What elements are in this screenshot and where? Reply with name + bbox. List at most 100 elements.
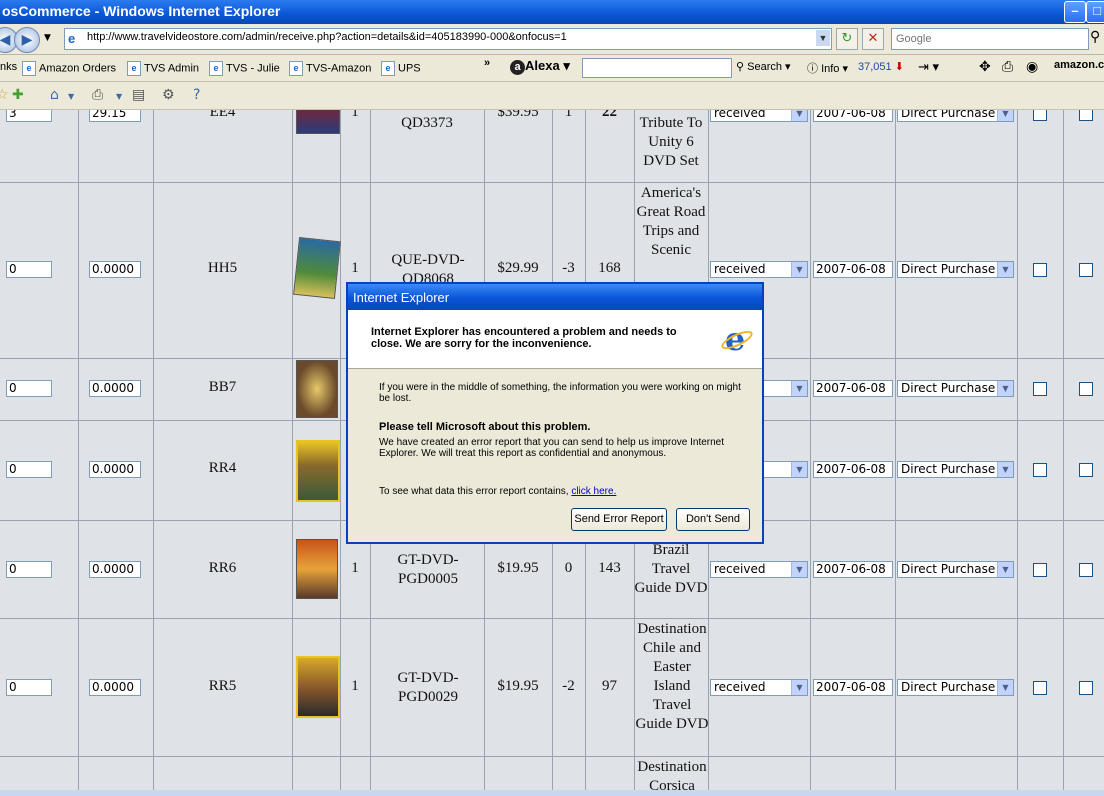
stop-icon[interactable]: ✕ (862, 28, 884, 50)
row-checkbox-2[interactable] (1079, 463, 1093, 477)
page-menu-icon[interactable]: ▤ (132, 87, 145, 103)
tools-icon[interactable]: ⚙ (162, 87, 175, 103)
help-icon[interactable]: ? (193, 87, 200, 103)
product-title[interactable]: Brazil Travel Guide DVD (634, 541, 708, 598)
row-checkbox[interactable] (1033, 563, 1047, 577)
chevron-more-icon[interactable]: » (484, 57, 490, 69)
row-checkbox-2[interactable] (1079, 681, 1093, 695)
cost-input[interactable]: 0.0000 (89, 461, 141, 478)
link-tvs-amazon[interactable]: e TVS-Amazon (289, 61, 371, 76)
link-tvs-admin[interactable]: e TVS Admin (127, 61, 199, 76)
status-select[interactable]: received ▼ (710, 110, 808, 122)
refresh-icon[interactable]: ↻ (836, 28, 858, 50)
horizontal-scrollbar[interactable] (0, 790, 1104, 796)
alexa-search-input[interactable] (582, 58, 732, 78)
address-field[interactable]: e ▼ (64, 28, 832, 50)
qty-input[interactable]: 0 (6, 261, 52, 278)
cost-input[interactable]: 0.0000 (89, 380, 141, 397)
product-title[interactable]: A Musical Tribute To Unity 6 DVD Set (634, 110, 708, 171)
history-dropdown-icon[interactable]: ▼ (44, 33, 51, 43)
date-input[interactable]: 2007-06-08 (813, 461, 893, 478)
row-checkbox-2[interactable] (1079, 263, 1093, 277)
date-input[interactable]: 2007-06-08 (813, 679, 893, 696)
row-checkbox[interactable] (1033, 463, 1047, 477)
search-icon[interactable]: ⚲ (1090, 29, 1100, 45)
url-input[interactable] (85, 30, 809, 44)
date-input[interactable]: 2007-06-08 (813, 261, 893, 278)
click-here-link[interactable]: click here. (571, 486, 616, 497)
qty-input[interactable]: 0 (6, 679, 52, 696)
qty-input[interactable]: 0 (6, 380, 52, 397)
chevron-down-icon: ▼ (997, 262, 1013, 277)
product-thumbnail[interactable] (296, 440, 340, 502)
maximize-button[interactable]: □ (1086, 1, 1104, 23)
status-select[interactable]: received ▼ (710, 561, 808, 578)
add-favorite-icon[interactable]: ✚ (12, 87, 24, 103)
date-input[interactable]: 2007-06-08 (813, 110, 893, 122)
toolbar-icon[interactable]: ✥ (979, 58, 991, 75)
purchase-type-select[interactable]: Direct Purchase ▼ (897, 261, 1014, 278)
date-input[interactable]: 2007-06-08 (813, 380, 893, 397)
status-select[interactable]: received ▼ (710, 679, 808, 696)
search-box[interactable] (891, 28, 1089, 50)
ordered-qty: 1 (351, 260, 359, 276)
row-checkbox[interactable] (1033, 110, 1047, 121)
row-checkbox[interactable] (1033, 681, 1047, 695)
row-checkbox[interactable] (1033, 382, 1047, 396)
print-preview-icon[interactable]: ⎙ (1002, 58, 1013, 75)
alexa-rank: 37,051 ⬇ (858, 61, 904, 73)
forward-arrow-icon[interactable]: ⇥ ▾ (918, 59, 939, 75)
product-sku: GT-DVD-PGD0029 (397, 670, 459, 705)
purchase-type-select[interactable]: Direct Purchase ▼ (897, 461, 1014, 478)
alexa-info-button[interactable]: ⓘ Info ▾ (807, 60, 848, 76)
qty-input[interactable]: 0 (6, 461, 52, 478)
status-select[interactable]: received ▼ (710, 261, 808, 278)
print-dropdown-icon[interactable]: ▼ (116, 92, 122, 101)
purchase-type-select[interactable]: Direct Purchase ▼ (897, 110, 1014, 122)
dont-send-button[interactable]: Don't Send (676, 508, 750, 531)
url-dropdown-icon[interactable]: ▼ (816, 30, 830, 46)
row-checkbox-2[interactable] (1079, 382, 1093, 396)
cost-input[interactable]: 0.0000 (89, 561, 141, 578)
product-title[interactable]: Destination Chile and Easter Island Trav… (634, 620, 710, 734)
search-input[interactable] (894, 32, 1078, 46)
home-icon[interactable]: ⌂ (50, 87, 59, 103)
print-icon[interactable]: ⎙ (92, 87, 103, 103)
cost-input[interactable]: 29.15 (89, 110, 141, 122)
row-checkbox[interactable] (1033, 263, 1047, 277)
product-thumbnail[interactable] (296, 110, 340, 134)
row-checkbox-2[interactable] (1079, 110, 1093, 121)
product-thumbnail[interactable] (293, 236, 341, 300)
address-toolbar: ◀ ▶ ▼ e ▼ ↻ ✕ ⚲ (0, 24, 1104, 55)
ordered-qty: 1 (351, 560, 359, 576)
link-ups[interactable]: e UPS (381, 61, 421, 76)
forward-button[interactable]: ▶ (14, 27, 40, 53)
product-thumbnail[interactable] (296, 539, 338, 599)
qty-input[interactable]: 0 (6, 561, 52, 578)
product-title[interactable]: America's Great Road Trips and Scenic (634, 184, 708, 260)
link-tvs-julie[interactable]: e TVS - Julie (209, 61, 280, 76)
cost-input[interactable]: 0.0000 (89, 261, 141, 278)
home-dropdown-icon[interactable]: ▼ (68, 92, 74, 101)
row-checkbox-2[interactable] (1079, 563, 1093, 577)
date-input[interactable]: 2007-06-08 (813, 561, 893, 578)
globe-icon[interactable]: ◉ (1026, 58, 1038, 75)
purchase-type-select[interactable]: Direct Purchase ▼ (897, 679, 1014, 696)
purchase-type-select[interactable]: Direct Purchase ▼ (897, 561, 1014, 578)
minimize-button[interactable]: – (1064, 1, 1086, 23)
favorites-icon[interactable]: ☆ (0, 87, 9, 103)
qty-input[interactable]: 3 (6, 110, 52, 122)
alexa-logo[interactable]: a Alexa ▾ (510, 58, 570, 75)
alexa-search-button[interactable]: ⚲ Search ▾ (736, 60, 791, 73)
product-thumbnail[interactable] (296, 656, 340, 718)
location-code: RR4 (208, 460, 237, 476)
location-code: EE4 (209, 110, 236, 120)
link-amazon-orders[interactable]: e Amazon Orders (22, 61, 116, 76)
amazon-link[interactable]: amazon.co (1054, 59, 1104, 71)
purchase-type-select[interactable]: Direct Purchase ▼ (897, 380, 1014, 397)
chevron-down-icon: ▼ (791, 110, 807, 121)
send-error-report-button[interactable]: Send Error Report (571, 508, 667, 531)
product-thumbnail[interactable] (296, 360, 338, 418)
internet-explorer-icon: e (720, 323, 750, 355)
cost-input[interactable]: 0.0000 (89, 679, 141, 696)
